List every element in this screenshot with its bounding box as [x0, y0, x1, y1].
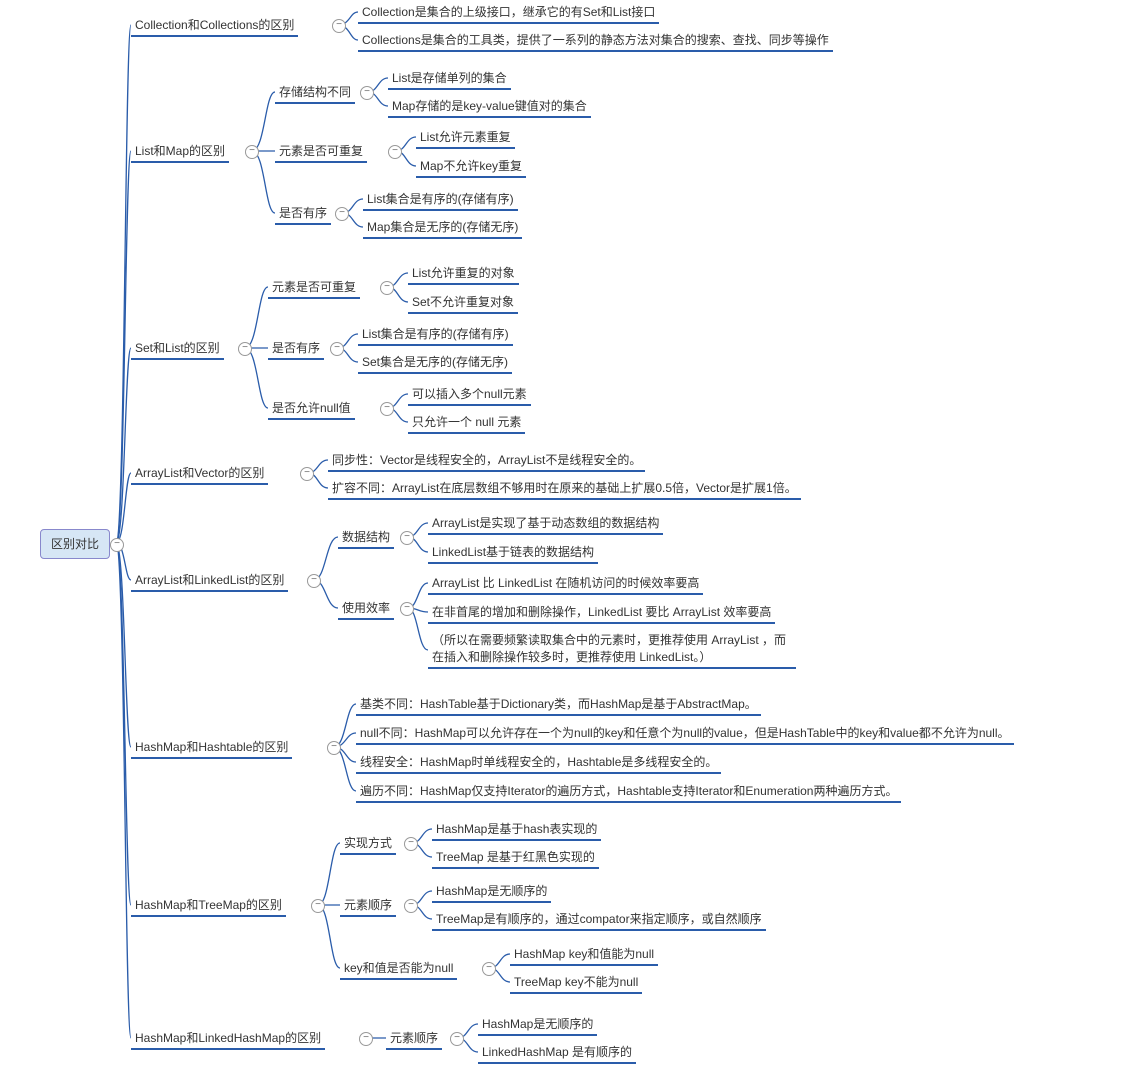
branch-5[interactable]: ArrayList和LinkedList的区别 [131, 571, 288, 592]
collapse-icon[interactable]: − [300, 467, 314, 481]
sub[interactable]: 使用效率 [338, 599, 394, 620]
sub[interactable]: 是否有序 [275, 204, 331, 225]
sub[interactable]: 是否允许null值 [268, 399, 355, 420]
leaf: LinkedList基于链表的数据结构 [428, 543, 598, 564]
leaf: TreeMap是有顺序的，通过compator来指定顺序，或自然顺序 [432, 910, 766, 931]
leaf: 只允许一个 null 元素 [408, 413, 525, 434]
collapse-icon[interactable]: − [400, 531, 414, 545]
leaf: ArrayList 比 LinkedList 在随机访问的时候效率要高 [428, 574, 703, 595]
leaf: Map集合是无序的(存储无序) [363, 218, 522, 239]
collapse-icon[interactable]: − [404, 837, 418, 851]
leaf: LinkedHashMap 是有顺序的 [478, 1043, 636, 1064]
leaf: 同步性：Vector是线程安全的，ArrayList不是线程安全的。 [328, 451, 645, 472]
sub[interactable]: 数据结构 [338, 528, 394, 549]
collapse-icon[interactable]: − [332, 19, 346, 33]
collapse-icon[interactable]: − [380, 402, 394, 416]
leaf: List允许元素重复 [416, 128, 515, 149]
sub[interactable]: 元素是否可重复 [268, 278, 360, 299]
root-node[interactable]: 区别对比 [40, 529, 110, 559]
collapse-icon[interactable]: − [110, 538, 124, 552]
collapse-icon[interactable]: − [482, 962, 496, 976]
collapse-icon[interactable]: − [245, 145, 259, 159]
collapse-icon[interactable]: − [330, 342, 344, 356]
collapse-icon[interactable]: − [400, 602, 414, 616]
leaf: ArrayList是实现了基于动态数组的数据结构 [428, 514, 663, 535]
branch-8[interactable]: HashMap和LinkedHashMap的区别 [131, 1029, 325, 1050]
leaf: 扩容不同：ArrayList在底层数组不够用时在原来的基础上扩展0.5倍，Vec… [328, 479, 801, 500]
leaf: Collection是集合的上级接口，继承它的有Set和List接口 [358, 3, 659, 24]
leaf: 基类不同：HashTable基于Dictionary类，而HashMap是基于A… [356, 695, 761, 716]
leaf: HashMap是无顺序的 [432, 882, 551, 903]
collapse-icon[interactable]: − [380, 281, 394, 295]
root-label: 区别对比 [51, 537, 99, 551]
collapse-icon[interactable]: − [359, 1032, 373, 1046]
leaf: List集合是有序的(存储有序) [358, 325, 513, 346]
collapse-icon[interactable]: − [360, 86, 374, 100]
sub[interactable]: 实现方式 [340, 834, 396, 855]
sub[interactable]: 是否有序 [268, 339, 324, 360]
collapse-icon[interactable]: − [307, 574, 321, 588]
leaf: TreeMap key不能为null [510, 973, 642, 994]
leaf: 在非首尾的增加和删除操作，LinkedList 要比 ArrayList 效率要… [428, 603, 775, 624]
leaf: List集合是有序的(存储有序) [363, 190, 518, 211]
leaf: 遍历不同：HashMap仅支持Iterator的遍历方式，Hashtable支持… [356, 782, 901, 803]
leaf: HashMap是无顺序的 [478, 1015, 597, 1036]
leaf: List允许重复的对象 [408, 264, 519, 285]
sub[interactable]: 元素顺序 [340, 896, 396, 917]
leaf: HashMap key和值能为null [510, 945, 658, 966]
leaf: 线程安全：HashMap时单线程安全的，Hashtable是多线程安全的。 [356, 753, 721, 774]
leaf: Map存储的是key-value键值对的集合 [388, 97, 591, 118]
leaf: TreeMap 是基于红黑色实现的 [432, 848, 599, 869]
collapse-icon[interactable]: − [311, 899, 325, 913]
leaf: Collections是集合的工具类，提供了一系列的静态方法对集合的搜索、查找、… [358, 31, 833, 52]
collapse-icon[interactable]: − [238, 342, 252, 356]
leaf: HashMap是基于hash表实现的 [432, 820, 601, 841]
sub[interactable]: 元素是否可重复 [275, 142, 367, 163]
branch-3[interactable]: Set和List的区别 [131, 339, 224, 360]
sub[interactable]: 元素顺序 [386, 1029, 442, 1050]
leaf: null不同：HashMap可以允许存在一个为null的key和任意个为null… [356, 724, 1014, 745]
collapse-icon[interactable]: − [335, 207, 349, 221]
branch-1[interactable]: Collection和Collections的区别 [131, 16, 298, 37]
leaf: Set不允许重复对象 [408, 293, 518, 314]
branch-4[interactable]: ArrayList和Vector的区别 [131, 464, 268, 485]
branch-6[interactable]: HashMap和Hashtable的区别 [131, 738, 292, 759]
leaf: Map不允许key重复 [416, 157, 526, 178]
branch-2[interactable]: List和Map的区别 [131, 142, 229, 163]
collapse-icon[interactable]: − [450, 1032, 464, 1046]
sub[interactable]: key和值是否能为null [340, 959, 457, 980]
leaf: Set集合是无序的(存储无序) [358, 353, 512, 374]
collapse-icon[interactable]: − [327, 741, 341, 755]
leaf: （所以在需要频繁读取集合中的元素时，更推荐使用 ArrayList ，而在插入和… [428, 632, 796, 669]
sub[interactable]: 存储结构不同 [275, 83, 355, 104]
leaf: List是存储单列的集合 [388, 69, 511, 90]
leaf: 可以插入多个null元素 [408, 385, 531, 406]
collapse-icon[interactable]: − [404, 899, 418, 913]
collapse-icon[interactable]: − [388, 145, 402, 159]
branch-7[interactable]: HashMap和TreeMap的区别 [131, 896, 286, 917]
